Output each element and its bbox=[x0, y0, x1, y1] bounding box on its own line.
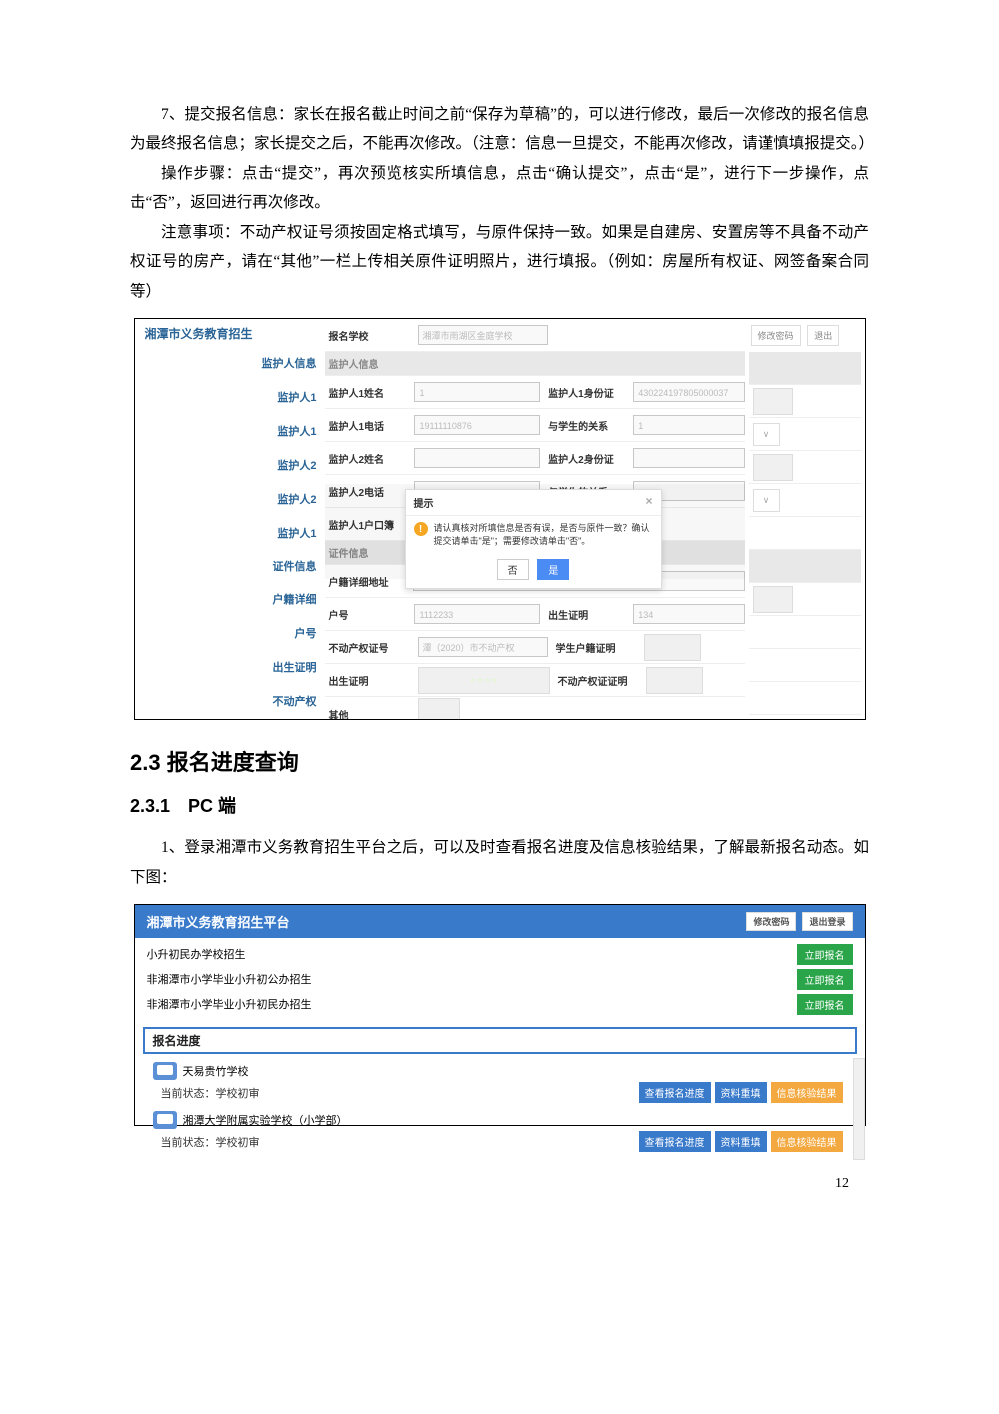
progress-status: 当前状态：学校初审 bbox=[153, 1134, 260, 1152]
change-password-button[interactable]: 修改密码 bbox=[746, 912, 796, 931]
enroll-now-button[interactable]: 立即报名 bbox=[797, 944, 853, 965]
verify-result-button[interactable]: 信息核验结果 bbox=[771, 1131, 843, 1152]
thumb-right[interactable] bbox=[753, 586, 793, 613]
label-g1-id: 监护人1身份证 bbox=[540, 382, 633, 403]
modal-title: 提示 bbox=[414, 499, 434, 510]
progress-item: 当前状态：学校初审 查看报名进度 资料重填 信息核验结果 bbox=[145, 1080, 863, 1109]
label-hj-cert: 学生户籍证明 bbox=[548, 637, 644, 658]
thumb-hj-cert[interactable] bbox=[644, 634, 701, 661]
page-number: 12 bbox=[130, 1176, 869, 1192]
progress-section-title: 报名进度 bbox=[143, 1027, 857, 1054]
sidebar-item: 不动产权 bbox=[141, 684, 321, 718]
enroll-type-label: 非湘潭市小学毕业小升初民办招生 bbox=[147, 996, 312, 1012]
thumb-right[interactable] bbox=[753, 388, 793, 415]
enroll-type-label: 非湘潭市小学毕业小升初公办招生 bbox=[147, 971, 312, 987]
input-g1-id[interactable]: 430224197805000037 bbox=[633, 382, 744, 402]
input-g2-id[interactable] bbox=[633, 448, 744, 468]
view-progress-button[interactable]: 查看报名进度 bbox=[639, 1131, 711, 1152]
label-other: 其他 bbox=[325, 704, 418, 721]
platform-title: 湘潭市义务教育招生 bbox=[141, 319, 321, 346]
modal-no-button[interactable]: 否 bbox=[497, 559, 529, 580]
select-box[interactable]: ∨ bbox=[753, 423, 780, 446]
thumb-right[interactable] bbox=[753, 454, 793, 481]
close-icon[interactable]: × bbox=[645, 494, 652, 508]
school-icon bbox=[153, 1062, 177, 1080]
screenshot-2: 湘潭市义务教育招生平台 修改密码 退出登录 小升初民办学校招生 立即报名 非湘潭… bbox=[134, 904, 866, 1126]
progress-status: 当前状态：学校初审 bbox=[153, 1085, 260, 1103]
label-property-cert: 不动产权证证明 bbox=[550, 670, 646, 691]
progress-item: 当前状态：学校初审 查看报名进度 资料重填 信息核验结果 bbox=[145, 1129, 863, 1158]
select-box[interactable]: ∨ bbox=[753, 489, 780, 512]
label-g1-name: 监护人1姓名 bbox=[325, 382, 415, 403]
sidebar-item: 出生证明 bbox=[141, 650, 321, 684]
confirm-modal: 提示 × ! 请认真核对所填信息是否有误，是否与原件一致？确认提交请单击"是"；… bbox=[405, 489, 662, 589]
platform-header: 湘潭市义务教育招生平台 修改密码 退出登录 bbox=[135, 905, 865, 938]
enroll-type-label: 小升初民办学校招生 bbox=[147, 946, 246, 962]
sidebar-item: 监护人2 bbox=[141, 482, 321, 516]
label-g1-rel: 与学生的关系 bbox=[540, 415, 633, 436]
platform-header-title: 湘潭市义务教育招生平台 bbox=[147, 912, 290, 931]
screenshot-1: 湘潭市义务教育招生 监护人信息 监护人1 监护人1 监护人2 监护人2 监护人1… bbox=[134, 318, 866, 720]
sidebar-item: 共有方式 bbox=[141, 718, 321, 720]
right-panel: 修改密码 退出 ∨ ∨ bbox=[749, 319, 861, 720]
logout-button[interactable]: 退出 bbox=[807, 325, 839, 346]
sidebar-item: 监护人1 bbox=[141, 414, 321, 448]
input-property-no[interactable]: 潭（2020）市不动产权 bbox=[418, 637, 548, 657]
thumb-birth-cert[interactable]: ○ ○ ○ ○ bbox=[418, 667, 550, 694]
section-guardian: 监护人信息 bbox=[325, 353, 418, 374]
sidebar-item: 监护人2 bbox=[141, 448, 321, 482]
list-item: 非湘潭市小学毕业小升初民办招生 立即报名 bbox=[147, 992, 853, 1017]
paragraph-steps: 操作步骤：点击“提交”，再次预览核实所填信息，点击“确认提交”，点击“是”，进行… bbox=[130, 159, 869, 218]
info-icon: ! bbox=[414, 522, 428, 536]
label-huhao: 户号 bbox=[325, 604, 415, 625]
label-school: 报名学校 bbox=[325, 325, 418, 346]
label-g2-id: 监护人2身份证 bbox=[540, 448, 633, 469]
change-password-button[interactable]: 修改密码 bbox=[751, 325, 801, 346]
paragraph-1: 1、登录湘潭市义务教育招生平台之后，可以及时查看报名进度及信息核验结果，了解最新… bbox=[130, 833, 869, 892]
sidebar-item: 监护人1 bbox=[141, 516, 321, 550]
view-progress-button[interactable]: 查看报名进度 bbox=[639, 1082, 711, 1103]
body-text: 7、提交报名信息：家长在报名截止时间之前“保存为草稿”的，可以进行修改，最后一次… bbox=[130, 100, 869, 306]
thumb-property-cert[interactable] bbox=[646, 667, 703, 694]
sidebar-left: 湘潭市义务教育招生 监护人信息 监护人1 监护人1 监护人2 监护人2 监护人1… bbox=[141, 319, 321, 720]
refill-button[interactable]: 资料重填 bbox=[715, 1131, 767, 1152]
refill-button[interactable]: 资料重填 bbox=[715, 1082, 767, 1103]
school-name: 湘潭大学附属实验学校（小学部） bbox=[183, 1112, 348, 1128]
input-g1-rel[interactable]: 1 bbox=[633, 415, 744, 435]
label-birth-cert: 出生证明 bbox=[540, 604, 633, 625]
sidebar-item: 证件信息 bbox=[141, 550, 321, 582]
modal-yes-button[interactable]: 是 bbox=[537, 559, 569, 580]
sidebar-item: 户籍详细 bbox=[141, 582, 321, 616]
paragraph-7: 7、提交报名信息：家长在报名截止时间之前“保存为草稿”的，可以进行修改，最后一次… bbox=[130, 100, 869, 159]
paragraph-notice: 注意事项：不动产权证号须按固定格式填写，与原件保持一致。如果是自建房、安置房等不… bbox=[130, 218, 869, 306]
enroll-type-list: 小升初民办学校招生 立即报名 非湘潭市小学毕业小升初公办招生 立即报名 非湘潭市… bbox=[135, 938, 865, 1021]
sidebar-item: 户号 bbox=[141, 616, 321, 650]
input-g1-name[interactable]: 1 bbox=[414, 382, 540, 402]
modal-text: 请认真核对所填信息是否有误，是否与原件一致？确认提交请单击"是"；需要修改请单击… bbox=[434, 522, 653, 547]
progress-list: 天易贵竹学校 当前状态：学校初审 查看报名进度 资料重填 信息核验结果 湘潭大学… bbox=[145, 1058, 863, 1158]
logout-button[interactable]: 退出登录 bbox=[802, 912, 852, 931]
scrollbar[interactable] bbox=[853, 1058, 865, 1160]
school-name: 天易贵竹学校 bbox=[183, 1063, 249, 1079]
input-g1-tel[interactable]: 19111110876 bbox=[414, 415, 540, 435]
heading-2-3: 2.3 报名进度查询 bbox=[130, 745, 869, 777]
input-birth-cert[interactable]: 134 bbox=[633, 604, 744, 624]
label-property-no: 不动产权证号 bbox=[325, 637, 418, 658]
input-school[interactable]: 湘潭市雨湖区金庭学校 bbox=[418, 325, 548, 345]
list-item: 小升初民办学校招生 立即报名 bbox=[147, 942, 853, 967]
list-item: 非湘潭市小学毕业小升初公办招生 立即报名 bbox=[147, 967, 853, 992]
thumb-other[interactable] bbox=[418, 698, 460, 720]
school-icon bbox=[153, 1111, 177, 1129]
heading-2-3-1: 2.3.1 PC 端 bbox=[130, 792, 869, 818]
input-g2-name[interactable] bbox=[414, 448, 540, 468]
label-g2-name: 监护人2姓名 bbox=[325, 448, 415, 469]
enroll-now-button[interactable]: 立即报名 bbox=[797, 969, 853, 990]
label-birth-cert2: 出生证明 bbox=[325, 670, 418, 691]
sidebar-item: 监护人信息 bbox=[141, 346, 321, 380]
enroll-now-button[interactable]: 立即报名 bbox=[797, 994, 853, 1015]
input-huhao[interactable]: 1112233 bbox=[414, 604, 540, 624]
verify-result-button[interactable]: 信息核验结果 bbox=[771, 1082, 843, 1103]
label-g1-tel: 监护人1电话 bbox=[325, 415, 415, 436]
sidebar-item: 监护人1 bbox=[141, 380, 321, 414]
